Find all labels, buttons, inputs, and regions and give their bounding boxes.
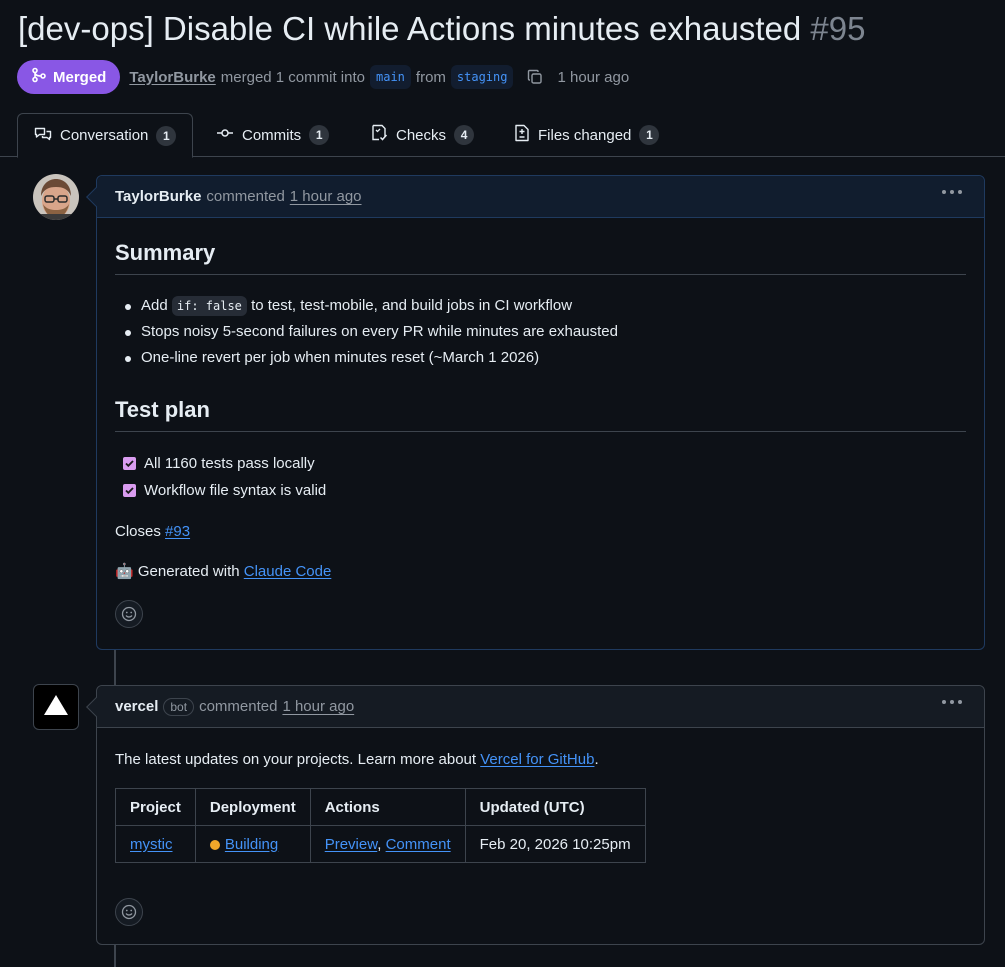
deployment-status-link[interactable]: Building	[225, 836, 278, 853]
comment-action: commented	[199, 698, 278, 715]
comment-header: TaylorBurke commented 1 hour ago	[97, 176, 984, 218]
list-item: Add if: false to test, test-mobile, and …	[115, 293, 966, 319]
bot-badge: bot	[163, 697, 195, 716]
comment-header: vercel bot commented 1 hour ago	[97, 686, 984, 728]
tab-files-changed-count: 1	[639, 125, 660, 145]
comment-link[interactable]: Comment	[386, 836, 451, 853]
pr-title-row: [dev-ops] Disable CI while Actions minut…	[18, 10, 865, 48]
table-header: Deployment	[194, 788, 311, 826]
comment-author[interactable]: vercel	[115, 698, 158, 715]
list-item: Stops noisy 5-second failures on every P…	[115, 319, 966, 345]
vercel-intro: The latest updates on your projects. Lea…	[115, 751, 599, 768]
task-item: All 1160 tests pass locally	[115, 450, 966, 477]
tab-conversation-count: 1	[156, 125, 177, 146]
timeline-connector	[114, 945, 116, 967]
merge-time: 1 hour ago	[557, 68, 630, 86]
smiley-icon[interactable]	[115, 898, 143, 926]
smiley-icon[interactable]	[115, 600, 143, 628]
vercel-for-github-link[interactable]: Vercel for GitHub	[480, 751, 594, 768]
pr-tabs: Conversation 1 Commits 1 Checks 4 Files …	[0, 113, 1005, 158]
tab-checks-count: 4	[454, 125, 475, 145]
tab-files-changed-label: Files changed	[538, 126, 632, 144]
commit-icon	[216, 125, 234, 145]
kebab-menu-icon[interactable]	[942, 700, 962, 704]
table-header: Actions	[309, 788, 466, 826]
merge-icon	[31, 67, 47, 87]
base-branch[interactable]: main	[370, 65, 411, 89]
pr-number: #95	[810, 10, 866, 47]
comment-author[interactable]: TaylorBurke	[115, 188, 201, 205]
table-header: Updated (UTC)	[464, 788, 646, 826]
checklist-icon	[370, 124, 388, 146]
comment-time[interactable]: 1 hour ago	[290, 188, 362, 205]
tab-conversation-label: Conversation	[60, 127, 149, 144]
tab-conversation[interactable]: Conversation 1	[17, 113, 194, 158]
comment-taylorburke: TaylorBurke commented 1 hour ago Summary…	[86, 175, 985, 650]
generated-line: 🤖 Generated with Claude Code	[115, 563, 332, 580]
merge-summary: TaylorBurke merged 1 commit into main fr…	[129, 65, 629, 89]
tab-commits-count: 1	[309, 125, 330, 145]
copy-icon[interactable]	[524, 66, 546, 88]
tab-commits-label: Commits	[242, 126, 302, 144]
summary-list: Add if: false to test, test-mobile, and …	[115, 293, 966, 371]
timeline-connector	[114, 650, 116, 685]
pr-title: [dev-ops] Disable CI while Actions minut…	[18, 10, 802, 47]
tab-files-changed[interactable]: Files changed 1	[514, 113, 660, 157]
summary-heading: Summary	[115, 240, 966, 275]
comment-body: The latest updates on your projects. Lea…	[97, 748, 984, 926]
task-label: Workflow file syntax is valid	[144, 482, 327, 499]
merged-badge-label: Merged	[53, 68, 107, 86]
tab-commits[interactable]: Commits 1	[216, 113, 330, 157]
comment-body: Summary Add if: false to test, test-mobi…	[97, 240, 984, 628]
pr-author-link[interactable]: TaylorBurke	[129, 69, 215, 86]
comment-vercel: vercel bot commented 1 hour ago The late…	[86, 685, 985, 945]
task-label: All 1160 tests pass locally	[144, 455, 315, 472]
vercel-avatar[interactable]	[33, 684, 79, 730]
merged-text: merged 1 commit into	[220, 68, 365, 86]
closes-line: Closes #93	[115, 523, 191, 540]
table-header-row: Project Deployment Actions Updated (UTC)	[115, 788, 646, 826]
head-branch[interactable]: staging	[450, 65, 514, 89]
table-header: Project	[115, 788, 196, 826]
table-cell: mystic	[115, 825, 196, 863]
file-diff-icon	[514, 124, 530, 146]
robot-icon: 🤖	[115, 563, 134, 580]
checkbox-checked-icon[interactable]	[123, 484, 136, 497]
task-item: Workflow file syntax is valid	[115, 477, 966, 504]
status-dot-icon	[209, 839, 220, 850]
table-cell: Preview, Comment	[309, 825, 466, 863]
table-cell: Building	[194, 825, 311, 863]
checkbox-checked-icon[interactable]	[123, 457, 136, 470]
pr-meta: Merged TaylorBurke merged 1 commit into …	[17, 60, 629, 94]
vercel-triangle-icon	[43, 694, 69, 720]
preview-link[interactable]: Preview	[325, 836, 378, 853]
conversation-icon	[34, 126, 52, 146]
tab-checks-label: Checks	[396, 126, 447, 144]
claude-code-link[interactable]: Claude Code	[244, 563, 332, 580]
avatar[interactable]	[33, 174, 79, 220]
issue-link[interactable]: #93	[165, 523, 190, 540]
inline-code: if: false	[171, 296, 247, 316]
task-list: All 1160 tests pass locally Workflow fil…	[115, 450, 966, 504]
deployment-table: Project Deployment Actions Updated (UTC)…	[115, 788, 646, 863]
table-cell: Feb 20, 2026 10:25pm	[464, 825, 646, 863]
comment-time[interactable]: 1 hour ago	[282, 698, 354, 715]
merged-badge: Merged	[17, 60, 121, 94]
test-plan-heading: Test plan	[115, 397, 966, 432]
table-row: mystic Building Preview, Comment Feb 20,…	[115, 825, 646, 863]
from-text: from	[415, 68, 446, 86]
kebab-menu-icon[interactable]	[942, 190, 962, 194]
tab-checks[interactable]: Checks 4	[370, 113, 475, 157]
comment-action: commented	[206, 188, 285, 205]
project-link[interactable]: mystic	[130, 836, 173, 853]
list-item: One-line revert per job when minutes res…	[115, 345, 966, 371]
